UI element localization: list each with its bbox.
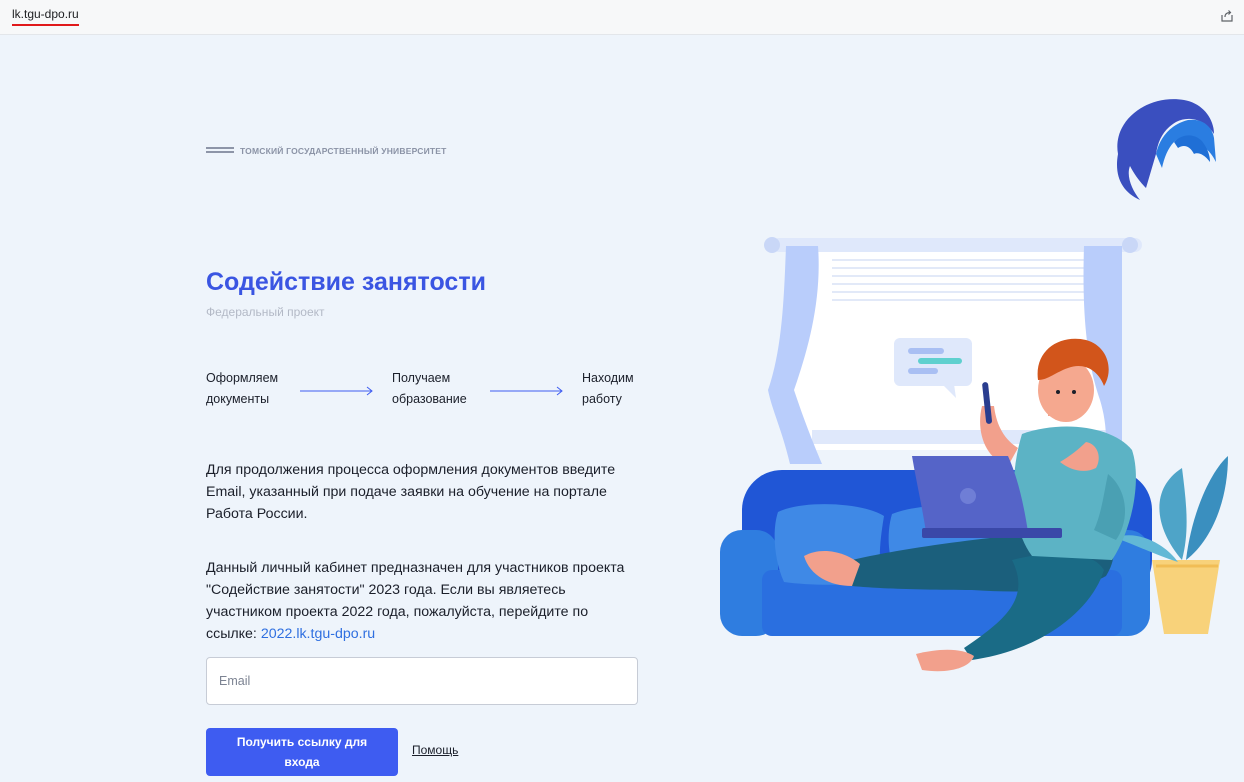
university-name: ТОМСКИЙ ГОСУДАРСТВЕННЫЙ УНИВЕРСИТЕТ — [240, 146, 447, 156]
arrow-right-icon — [300, 386, 373, 396]
university-logo-icon — [1116, 99, 1216, 200]
step-label-line: работу — [582, 392, 622, 406]
url-text[interactable]: lk.tgu-dpo.ru — [12, 7, 79, 26]
step-label-line: документы — [206, 392, 270, 406]
link-2022-cabinet[interactable]: 2022.lk.tgu-dpo.ru — [261, 626, 375, 642]
step-job: Находим работу — [582, 368, 634, 410]
page-title: Содействие занятости — [206, 268, 486, 296]
university-emblem-icon — [206, 147, 234, 155]
university-header: ТОМСКИЙ ГОСУДАРСТВЕННЫЙ УНИВЕРСИТЕТ — [206, 146, 447, 156]
step-education: Получаем образование — [392, 368, 467, 410]
step-label-line: Оформляем — [206, 371, 279, 385]
arrow-right-icon — [490, 386, 563, 396]
page-subtitle: Федеральный проект — [206, 305, 325, 319]
process-steps: Оформляем документы Получаем образование… — [206, 368, 646, 408]
browser-address-bar: lk.tgu-dpo.ru — [0, 0, 1244, 35]
help-link[interactable]: Помощь — [412, 743, 458, 757]
step-label-line: Находим — [582, 371, 634, 385]
step-label-line: образование — [392, 392, 467, 406]
person-on-sofa-illustration — [720, 237, 1228, 672]
instructions-text: Для продолжения процесса оформления доку… — [206, 462, 616, 522]
step-documents: Оформляем документы — [206, 368, 278, 410]
get-login-link-button[interactable]: Получить ссылку для входа — [206, 728, 398, 776]
step-label-line: Получаем — [392, 371, 451, 385]
email-input[interactable] — [206, 657, 638, 705]
share-icon[interactable] — [1220, 9, 1234, 23]
cabinet-notice: Данный личный кабинет предназначен для у… — [206, 557, 626, 645]
